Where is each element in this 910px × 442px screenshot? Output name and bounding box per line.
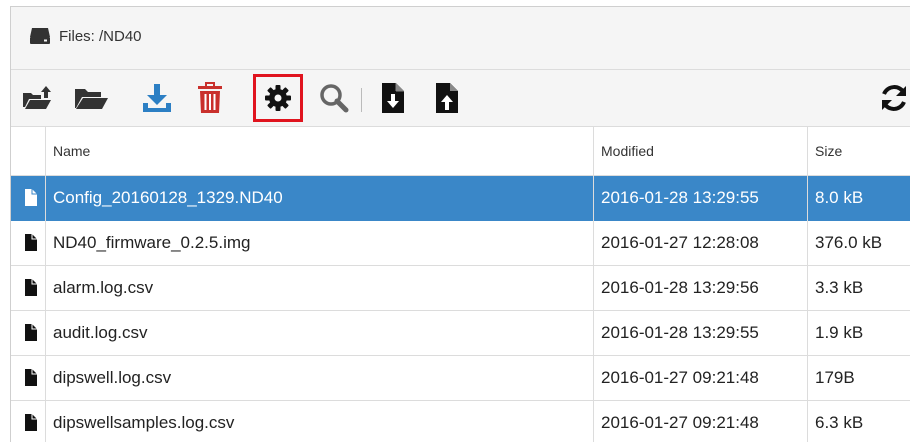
table-row[interactable]: dipswell.log.csv 2016-01-27 09:21:48 179B [11,356,910,401]
table-row[interactable]: audit.log.csv 2016-01-28 13:29:55 1.9 kB [11,311,910,356]
file-size: 1.9 kB [815,323,864,342]
file-browser-panel: Files: /ND40 Name Modified Size Config_2… [10,6,910,442]
file-name: Config_20160128_1329.ND40 [53,188,283,207]
file-name: dipswellsamples.log.csv [53,413,235,432]
column-header-modified[interactable]: Modified [601,127,654,175]
file-size: 8.0 kB [815,188,864,207]
download-button[interactable] [139,78,175,118]
file-name: dipswell.log.csv [53,368,172,387]
file-icon [25,189,37,206]
trash-icon [198,82,222,113]
import-file-button[interactable] [377,78,409,118]
refresh-icon [882,85,906,111]
file-size: 6.3 kB [815,413,864,432]
download-icon [143,84,171,112]
column-header-name[interactable]: Name [53,127,90,175]
file-modified: 2016-01-28 13:29:55 [601,323,759,342]
file-size: 179B [815,368,855,387]
file-name: audit.log.csv [53,323,148,342]
file-modified: 2016-01-27 09:21:48 [601,413,759,432]
column-divider [45,127,46,442]
file-icon [25,324,37,341]
file-size: 3.3 kB [815,278,864,297]
folder-open-icon [75,89,108,109]
table-header: Name Modified Size [11,127,910,176]
file-icon [25,279,37,296]
toolbar-separator [361,88,362,112]
search-button[interactable] [317,78,351,118]
hard-drive-icon [30,28,50,44]
file-modified: 2016-01-27 12:28:08 [601,233,759,252]
file-name: alarm.log.csv [53,278,154,297]
search-icon [320,84,349,113]
table-row[interactable]: Config_20160128_1329.ND40 2016-01-28 13:2… [11,176,910,221]
file-name: ND40_firmware_0.2.5.img [53,233,251,252]
title-bar: Files: /ND40 [11,7,910,70]
file-modified: 2016-01-28 13:29:55 [601,188,759,207]
table-row[interactable]: dipswellsamples.log.csv 2016-01-27 09:21:… [11,401,910,442]
refresh-button[interactable] [877,78,910,118]
file-icon [25,234,37,251]
toolbar [11,70,910,127]
delete-button[interactable] [193,78,227,118]
open-folder-button[interactable] [71,78,111,118]
file-size: 376.0 kB [815,233,883,252]
gear-icon [265,85,291,111]
settings-button[interactable] [261,78,295,118]
file-icon [25,369,37,386]
file-icon [25,414,37,431]
column-divider [807,127,808,442]
table-row[interactable]: alarm.log.csv 2016-01-28 13:29:56 3.3 kB [11,266,910,311]
file-modified: 2016-01-28 13:29:56 [601,278,759,297]
file-export-icon [436,83,458,113]
file-modified: 2016-01-27 09:21:48 [601,368,759,387]
column-header-size[interactable]: Size [815,127,842,175]
table-row[interactable]: ND40_firmware_0.2.5.img 2016-01-27 12:28:… [11,221,910,266]
open-folder-up-icon [23,86,51,109]
open-folder-up-button[interactable] [19,78,55,118]
column-divider [593,127,594,442]
page-title: Files: /ND40 [59,28,142,45]
file-import-icon [382,83,404,113]
export-file-button[interactable] [431,78,463,118]
